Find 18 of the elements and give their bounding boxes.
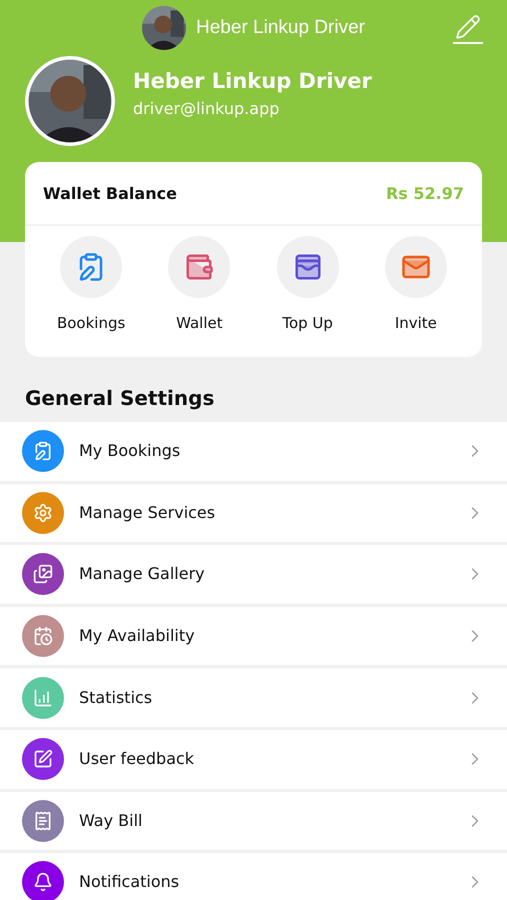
profile-email: driver@linkup.app xyxy=(133,98,280,118)
menu-item[interactable]: Notifications xyxy=(0,853,507,900)
menu-item[interactable]: My Bookings xyxy=(0,422,507,481)
wallet-label: Wallet Balance xyxy=(43,184,177,202)
quick-action[interactable]: Bookings xyxy=(37,236,146,332)
menu-item[interactable]: Statistics xyxy=(0,668,507,727)
header-title: Heber Linkup Driver xyxy=(196,17,365,39)
menu-item[interactable]: Way Bill xyxy=(0,792,507,850)
quick-action[interactable]: Top Up xyxy=(254,236,362,332)
section-title: General Settings xyxy=(24,385,216,412)
wallet-amount: Rs 52.97 xyxy=(386,184,464,202)
menu-item[interactable]: User feedback xyxy=(0,730,507,789)
menu-item[interactable]: My Availability xyxy=(0,606,507,666)
profile-name: Heber Linkup Driver xyxy=(133,68,372,92)
quick-action[interactable]: Invite xyxy=(362,236,470,332)
quick-action[interactable]: Wallet xyxy=(145,236,254,332)
menu-item[interactable]: Manage Services xyxy=(0,484,507,542)
menu-item[interactable]: Manage Gallery xyxy=(0,545,507,604)
